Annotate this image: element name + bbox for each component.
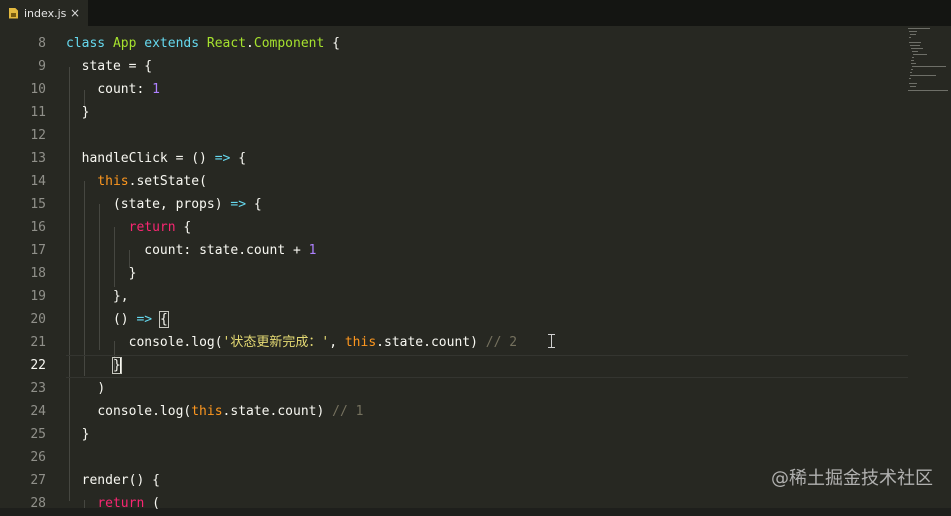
code-text: count: state.count + 1 [144,243,317,258]
line-number: 16 [30,220,46,235]
code-line-16: 16 return { [0,217,951,240]
code-line-22: 22 } [0,355,951,378]
mouse-ibeam-cursor [547,334,557,350]
line-number: 23 [30,381,46,396]
code-text: class App extends React.Component { [66,36,340,51]
js-file-icon [9,7,18,19]
line-number: 19 [30,289,46,304]
line-number: 24 [30,404,46,419]
code-text: count: 1 [97,82,160,97]
code-text: return ( [97,496,160,511]
watermark: @稀土掘金技术社区 [771,468,933,489]
code-text: }, [112,289,129,304]
code-text: } [81,105,90,120]
line-number: 9 [38,59,46,74]
code-editor[interactable]: 8 class App extends React.Component { 9 … [0,26,951,511]
code-text: console.log('状态更新完成：', this.state.count)… [128,335,518,350]
code-text: state = { [81,59,153,74]
tab-bar: index.js × [0,0,951,26]
line-number: 12 [30,128,46,143]
code-line-17: 17 count: state.count + 1 [0,240,951,263]
line-number: 27 [30,473,46,488]
code-line-12: 12 [0,125,951,148]
line-number: 14 [30,174,46,189]
code-line-18: 18 } [0,263,951,286]
code-line-20: 20 () => { [0,309,951,332]
current-line-highlight [66,355,908,378]
code-line-25: 25 } [0,424,951,447]
code-line-11: 11 } [0,102,951,125]
code-line-28: 28 return ( [0,493,951,516]
tab-index-js[interactable]: index.js × [0,0,88,26]
line-number: 11 [30,105,46,120]
line-number: 17 [30,243,46,258]
minimap[interactable] [906,26,951,96]
code-text: return { [128,220,192,235]
code-text: ) [97,381,106,396]
close-icon[interactable]: × [70,7,80,19]
line-number: 21 [30,335,46,350]
code-line-8: 8 class App extends React.Component { [0,33,951,56]
code-text: handleClick = () => { [81,151,247,166]
line-number: 22 [30,358,46,373]
code-text: (state, props) => { [112,197,262,212]
code-line-24: 24 console.log(this.state.count) // 1 [0,401,951,424]
code-text: } [81,427,90,442]
line-number: 13 [30,151,46,166]
code-text: console.log(this.state.count) // 1 [97,404,364,419]
line-number: 20 [30,312,46,327]
code-text: this.setState( [97,174,207,189]
code-text: } [66,355,122,378]
code-text: } [128,266,137,281]
tab-label: index.js [24,6,67,20]
code-line-23: 23 ) [0,378,951,401]
line-number: 28 [30,496,46,511]
code-line-21: 21 console.log('状态更新完成：', this.state.cou… [0,332,951,355]
line-number: 8 [38,36,46,51]
code-line-15: 15 (state, props) => { [0,194,951,217]
line-number: 10 [30,82,46,97]
code-line-14: 14 this.setState( [0,171,951,194]
line-number: 25 [30,427,46,442]
text-caret [119,358,121,373]
line-number: 15 [30,197,46,212]
line-number: 18 [30,266,46,281]
code-line-19: 19 }, [0,286,951,309]
code-line-13: 13 handleClick = () => { [0,148,951,171]
code-text: () => { [112,311,169,328]
line-number: 26 [30,450,46,465]
matched-bracket: { [158,311,169,328]
code-line-10: 10 count: 1 [0,79,951,102]
code-text: render() { [81,473,160,488]
code-line-9: 9 state = { [0,56,951,79]
